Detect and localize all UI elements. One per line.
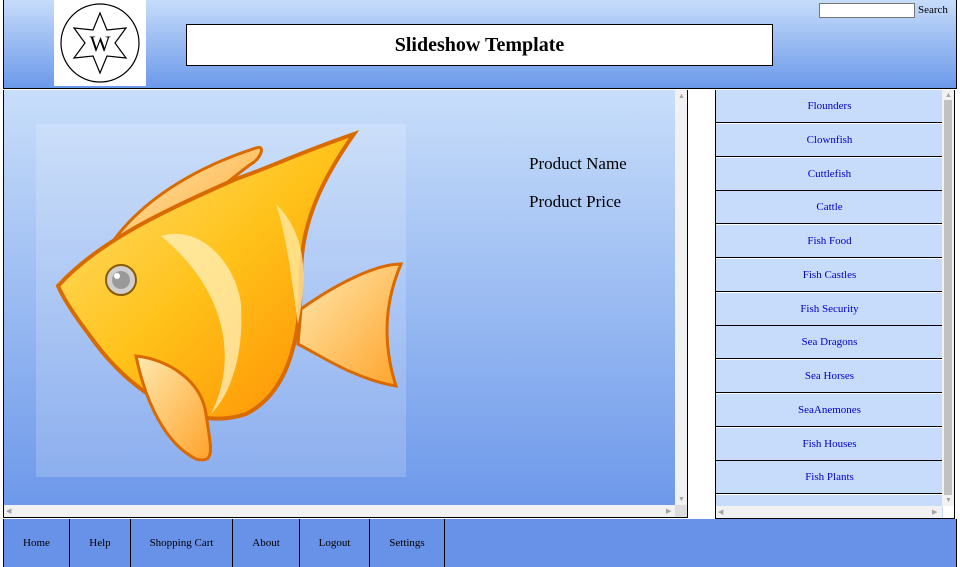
category-item[interactable]: Fish Houses	[716, 428, 943, 461]
scroll-left-arrow-icon[interactable]: ◀	[6, 508, 11, 515]
search-button[interactable]: Search	[918, 4, 948, 16]
logo-letter: W	[90, 31, 111, 56]
list-vertical-scrollbar[interactable]: ▲ ▼	[942, 90, 954, 506]
nav-home[interactable]: Home	[4, 519, 70, 567]
category-item[interactable]: Cattle	[716, 191, 943, 224]
main-vertical-scrollbar[interactable]: ▲ ▼	[675, 90, 687, 506]
category-item[interactable]: Fish Security	[716, 293, 943, 326]
nav-logout[interactable]: Logout	[300, 519, 370, 567]
nav-about[interactable]: About	[233, 519, 300, 567]
category-item[interactable]: Flounders	[716, 90, 943, 123]
category-item[interactable]: SeaAnemones	[716, 394, 943, 427]
category-item[interactable]: Fish Plants	[716, 461, 943, 494]
goldfish-icon	[55, 130, 404, 462]
page-title-box: Slideshow Template	[186, 24, 773, 66]
list-scroll-right-arrow-icon[interactable]: ▶	[932, 509, 937, 516]
category-item[interactable]: Fish Food	[716, 225, 943, 258]
list-scroll-left-arrow-icon[interactable]: ◀	[718, 509, 723, 516]
product-image	[36, 124, 406, 477]
list-scroll-up-arrow-icon[interactable]: ▲	[945, 92, 952, 99]
nav-settings[interactable]: Settings	[370, 519, 445, 567]
category-item[interactable]: Clownfish	[716, 124, 943, 157]
list-scroll-down-arrow-icon[interactable]: ▼	[945, 497, 952, 504]
scroll-corner	[675, 505, 687, 517]
product-panel: Product Name Product Price ▲ ▼ ◀ ▶	[3, 90, 688, 518]
product-name: Product Name	[529, 154, 627, 173]
category-item[interactable]: Sea Horses	[716, 360, 943, 393]
category-item[interactable]: Fish Castles	[716, 259, 943, 292]
header: W Slideshow Template Search	[3, 0, 957, 89]
main-horizontal-scrollbar[interactable]: ◀ ▶	[4, 505, 677, 517]
bottom-nav: Home Help Shopping Cart About Logout Set…	[3, 519, 957, 567]
scroll-up-arrow-icon[interactable]: ▲	[678, 93, 685, 100]
search-input[interactable]	[819, 3, 915, 18]
category-item[interactable]: Cuttlefish	[716, 158, 943, 191]
product-price: Product Price	[529, 192, 622, 211]
category-list: Flounders Clownfish Cuttlefish Cattle Fi…	[715, 90, 955, 519]
category-item[interactable]: Sea Dragons	[716, 326, 943, 359]
nav-shopping-cart[interactable]: Shopping Cart	[131, 519, 233, 567]
list-scroll-thumb[interactable]	[944, 100, 952, 495]
nav-help[interactable]: Help	[70, 519, 131, 567]
star-logo-icon: W	[60, 3, 140, 83]
page-title: Slideshow Template	[394, 33, 565, 56]
scroll-right-arrow-icon[interactable]: ▶	[666, 508, 671, 515]
scroll-down-arrow-icon[interactable]: ▼	[678, 496, 685, 503]
logo[interactable]: W	[54, 0, 146, 86]
list-horizontal-scrollbar[interactable]: ◀ ▶	[716, 506, 942, 518]
